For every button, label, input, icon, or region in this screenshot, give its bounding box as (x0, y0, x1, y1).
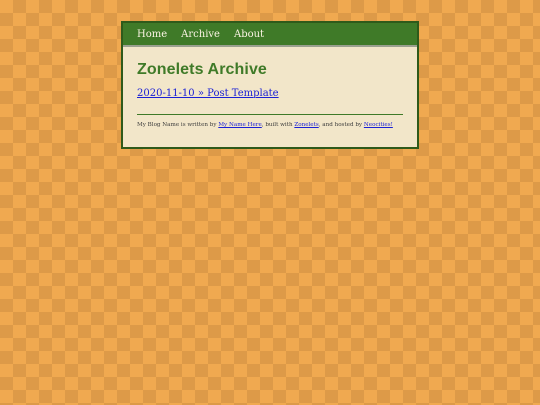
footer-text: , and hosted by (318, 122, 364, 128)
page-title: Zonelets Archive (137, 61, 267, 78)
footer-text: , built with (261, 122, 295, 128)
nav-archive-link[interactable]: Archive (181, 29, 220, 40)
zonelets-link[interactable]: Zonelets (294, 122, 318, 128)
footer-text: My Blog Name is written by (137, 122, 219, 128)
post-link[interactable]: 2020-11-10 » Post Template (137, 88, 279, 99)
main-container: Home Archive About Zonelets Archive 2020… (121, 21, 419, 149)
author-link[interactable]: My Name Here (218, 122, 261, 128)
footer: My Blog Name is written by My Name Here,… (137, 122, 403, 128)
content-area: Zonelets Archive 2020-11-10 » Post Templ… (123, 47, 417, 128)
nav-about-link[interactable]: About (234, 29, 264, 40)
nav-bar: Home Archive About (123, 23, 417, 47)
neocities-link[interactable]: Neocities! (364, 122, 393, 128)
divider (137, 114, 403, 115)
nav-home-link[interactable]: Home (137, 29, 167, 40)
